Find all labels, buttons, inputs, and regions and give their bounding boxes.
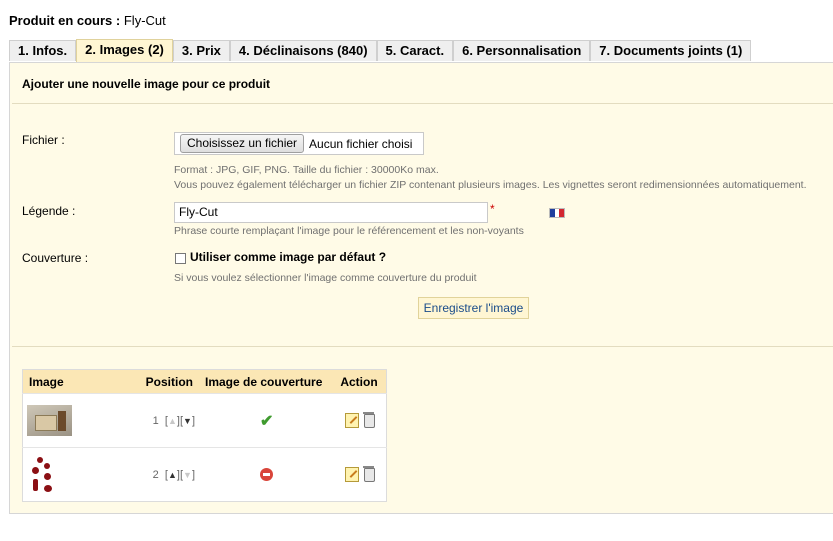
tab-declinaisons[interactable]: 4. Déclinaisons (840) <box>229 40 377 61</box>
file-hint-zip: Vous pouvez également télécharger un fic… <box>174 179 807 191</box>
cover-cell: ✔ <box>199 393 335 448</box>
save-image-button[interactable]: Enregistrer l'image <box>418 297 529 319</box>
product-thumbnail[interactable] <box>27 405 72 436</box>
trash-icon[interactable] <box>363 411 376 428</box>
current-product: Produit en cours : Fly-Cut <box>9 13 166 28</box>
position-cell: 1 [▲][▼] <box>127 393 199 448</box>
position-number: 1 <box>152 414 159 427</box>
product-thumbnail[interactable] <box>27 455 57 495</box>
file-hint-format: Format : JPG, GIF, PNG. Taille du fichie… <box>174 164 439 176</box>
file-status: Aucun fichier choisi <box>309 136 413 151</box>
form-title: Ajouter une nouvelle image pour ce produ… <box>22 77 271 91</box>
required-marker: * <box>490 202 495 216</box>
thumbnail-dot <box>44 484 52 492</box>
file-input[interactable]: Choisissez un fichier Aucun fichier choi… <box>174 132 424 155</box>
tab-caract[interactable]: 5. Caract. <box>376 40 454 61</box>
tab-personnalisation[interactable]: 6. Personnalisation <box>453 40 591 61</box>
table-header-row: Image Position Image de couverture Actio… <box>22 369 387 394</box>
divider <box>12 346 833 347</box>
legend-input[interactable]: Fly-Cut <box>174 202 488 223</box>
tab-infos[interactable]: 1. Infos. <box>9 40 77 61</box>
check-icon: ✔ <box>259 412 274 430</box>
position-number: 2 <box>152 468 159 481</box>
file-label: Fichier : <box>22 133 65 147</box>
header-position: Position <box>127 369 199 394</box>
edit-icon[interactable] <box>345 467 360 482</box>
choose-file-button[interactable]: Choisissez un fichier <box>180 134 305 153</box>
legend-hint: Phrase courte remplaçant l'image pour le… <box>174 225 524 237</box>
trash-icon[interactable] <box>363 465 376 482</box>
move-down-icon[interactable]: ▼ <box>183 416 192 426</box>
table-row: 2 [▲][▼] <box>22 447 387 502</box>
cover-label: Couverture : <box>22 251 89 265</box>
image-cell <box>22 393 127 448</box>
move-up-icon: ▲ <box>167 415 177 426</box>
table-row: 1 [▲][▼] ✔ <box>22 393 387 448</box>
header-cover: Image de couverture <box>199 369 335 394</box>
current-product-label: Produit en cours : <box>9 13 121 28</box>
action-cell <box>334 447 387 502</box>
image-cell <box>22 447 127 502</box>
move-up-icon[interactable]: ▲ <box>168 470 177 480</box>
thumbnail-object-shape <box>58 411 66 431</box>
cover-checkbox[interactable] <box>175 253 186 264</box>
thumbnail-dot <box>44 462 50 469</box>
thumbnail-box-shape <box>35 415 57 431</box>
move-down-icon: ▼ <box>183 469 192 480</box>
tab-documents[interactable]: 7. Documents joints (1) <box>590 40 752 61</box>
french-flag-icon[interactable] <box>549 208 565 218</box>
action-cell <box>334 393 387 448</box>
cover-hint: Si vous voulez sélectionner l'image comm… <box>174 272 477 284</box>
thumbnail-dot <box>37 456 43 463</box>
tab-prix[interactable]: 3. Prix <box>172 40 230 61</box>
current-product-name: Fly-Cut <box>123 13 166 28</box>
cover-cell <box>199 447 335 502</box>
header-action: Action <box>334 369 387 394</box>
position-cell: 2 [▲][▼] <box>127 447 199 502</box>
flag-stripe-red <box>559 209 565 217</box>
images-panel: Ajouter une nouvelle image pour ce produ… <box>9 62 833 514</box>
legend-label: Légende : <box>22 204 76 218</box>
thumbnail-dot <box>32 466 39 474</box>
divider <box>12 103 833 104</box>
images-table: Image Position Image de couverture Actio… <box>22 369 387 502</box>
tab-bar: 1. Infos. 2. Images (2) 3. Prix 4. Décli… <box>9 39 752 62</box>
header-image: Image <box>22 369 127 394</box>
no-entry-icon[interactable] <box>260 468 274 481</box>
thumbnail-dot <box>44 472 51 480</box>
edit-icon[interactable] <box>345 413 360 428</box>
thumbnail-dot <box>33 478 38 491</box>
tab-images[interactable]: 2. Images (2) <box>76 39 173 62</box>
cover-checkbox-label[interactable]: Utiliser comme image par défaut ? <box>190 250 386 264</box>
